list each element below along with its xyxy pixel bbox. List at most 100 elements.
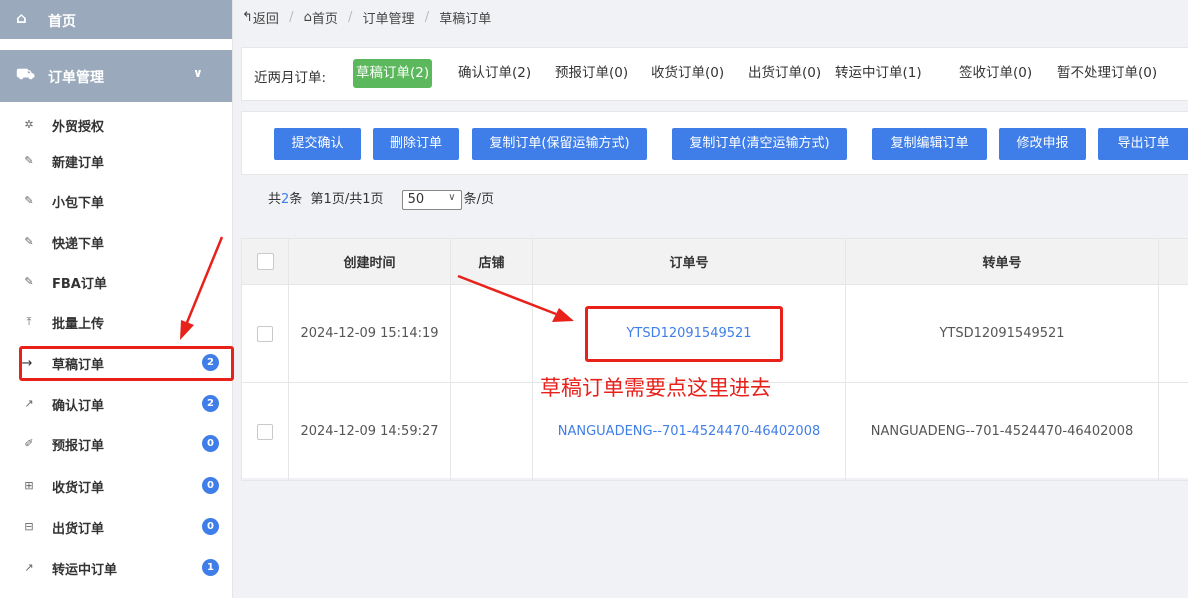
status-filter-bar: 近两月订单: 草稿订单(2) 确认订单(2) 预报订单(0) 收货订单(0) 出货订单(… [241,47,1188,101]
sidebar-item-label: 新建订单 [52,156,105,171]
row-checkbox[interactable] [257,423,273,440]
upload-icon: ⤒ [26,315,32,328]
export-order-button[interactable]: 导出订单 [1098,128,1188,160]
count-badge: 0 [202,518,219,535]
breadcrumb-separator: / [424,10,430,25]
breadcrumb-separator: / [348,10,353,25]
breadcrumb-home[interactable]: ⌂首页 [303,10,338,27]
copy-edit-order-button[interactable]: 复制编辑订单 [872,128,987,160]
extra-cell [1158,382,1188,481]
edit-icon: ✎ [24,275,34,288]
status-tab[interactable]: 草稿订单(2) [353,59,433,88]
status-tab[interactable]: 收货订单(0) [648,59,727,88]
back-label: 返回 [252,12,279,27]
breadcrumb-separator: / [289,10,294,25]
page-size-select[interactable]: 50 ∨ [401,189,462,210]
count-badge: 1 [202,559,219,576]
total-prefix: 共 [268,192,282,207]
page-size-suffix: 条/页 [463,192,495,207]
share-icon: ↗ [24,397,34,410]
sidebar-item[interactable]: ⊞ 收货订单 0 [0,468,232,504]
status-tab[interactable]: 暂不处理订单(0) [1054,59,1160,88]
count-badge: 0 [202,477,219,494]
sidebar-item[interactable]: ↗ 确认订单 2 [0,386,232,422]
copy-order-keep-shipping-button[interactable]: 复制订单(保留运输方式) [472,128,647,160]
sidebar-item-label: FBA订单 [52,277,107,292]
plus-box-icon: ⊞ [24,479,34,492]
sidebar-item[interactable]: ✎ 小包下单 [0,183,232,219]
pagination-info: 共2条 第1页/共1页 50 ∨ 条/页 [268,188,494,210]
shop-cell [450,284,533,383]
extra-cell [1158,284,1188,383]
pen-icon: ✐ [24,437,34,450]
sidebar-item-label: 出货订单 [52,522,105,537]
breadcrumb-section[interactable]: 订单管理 [363,12,415,27]
status-filter-label: 近两月订单: [254,70,327,86]
sidebar-item[interactable]: ✎ 快递下单 [0,224,232,260]
edit-icon: ✎ [24,194,34,207]
back-link[interactable]: ↰返回 [242,10,279,27]
column-header-transfer-no: 转单号 [845,238,1159,285]
sidebar-item[interactable]: ✎ 新建订单 [0,143,232,179]
gear-icon: ✲ [24,118,34,131]
sidebar-menu-label: 订单管理 [48,70,104,86]
status-tab[interactable]: 签收订单(0) [956,59,1035,88]
sidebar-item[interactable]: ✎ FBA订单 [0,264,232,300]
sidebar-home[interactable]: ⌂ 首页 [0,0,232,39]
sidebar-item[interactable]: ↗ 转运中订单 1 [0,550,232,586]
count-badge: 0 [202,435,219,452]
sidebar-item-label: 收货订单 [52,481,105,496]
column-header-shop: 店铺 [450,238,533,285]
home-icon: ⌂ [303,10,312,25]
sidebar-item[interactable]: ⤒ 批量上传 [0,304,232,340]
share-icon: ↗ [24,561,34,574]
sidebar-item-label: 批量上传 [52,317,105,332]
copy-order-clear-shipping-button[interactable]: 复制订单(清空运输方式) [672,128,847,160]
home-icon: ⌂ [16,9,27,27]
select-all-cell [241,238,289,285]
status-tab[interactable]: 预报订单(0) [552,59,631,88]
column-header-extra [1158,238,1188,285]
sidebar-home-label: 首页 [48,14,76,30]
sidebar: ⌂ 首页 ⛟ 订单管理 ∨ ✲ 外贸授权 ✎ 新建订单 ✎ 小包下单 ✎ 快递下单 ✎ FBA订单… [0,0,234,598]
cart-icon: ⛟ [16,65,35,83]
sidebar-item-label: 转运中订单 [52,563,118,578]
transfer-no-cell: YTSD12091549521 [845,284,1159,383]
chevron-down-icon: ∨ [448,191,456,203]
edit-icon: ✎ [24,154,34,167]
sidebar-item-label: 快递下单 [52,237,105,252]
back-icon: ↰ [242,10,253,25]
sidebar-item-label: 预报订单 [52,439,105,454]
minus-box-icon: ⊟ [24,520,34,533]
breadcrumb-home-label: 首页 [311,12,338,27]
created-time-cell: 2024-12-09 15:14:19 [288,284,451,383]
breadcrumb: ↰返回 / ⌂首页 / 订单管理 / 草稿订单 [242,8,491,32]
chevron-down-icon: ∨ [193,66,203,80]
row-select-cell [241,284,289,383]
edit-icon: ✎ [24,235,34,248]
column-header-created: 创建时间 [288,238,451,285]
sidebar-item-label: 确认订单 [52,399,105,414]
row-select-cell [241,382,289,481]
column-header-order-no: 订单号 [532,238,846,285]
page-size-value: 50 [407,191,425,207]
sidebar-item-label: 小包下单 [52,196,105,211]
status-tab[interactable]: 确认订单(2) [455,59,534,88]
modify-declaration-button[interactable]: 修改申报 [999,128,1086,160]
action-toolbar: 提交确认 删除订单 复制订单(保留运输方式) 复制订单(清空运输方式) 复制编辑订单 修改… [241,111,1188,175]
select-all-checkbox[interactable] [256,253,274,270]
sidebar-item[interactable]: ⊟ 出货订单 0 [0,509,232,545]
breadcrumb-current: 草稿订单 [439,12,492,27]
order-no-link[interactable]: NANGUADENG--701-4524470-46402008 [558,424,821,439]
highlight-box-order-no [585,306,783,362]
sidebar-item[interactable]: ✐ 预报订单 0 [0,426,232,462]
delete-order-button[interactable]: 删除订单 [373,128,459,160]
status-tab[interactable]: 转运中订单(1) [832,59,925,88]
sidebar-item[interactable]: ✲ 外贸授权 [0,107,232,143]
sidebar-menu-order-management[interactable]: ⛟ 订单管理 ∨ [0,50,232,102]
count-badge: 2 [202,395,219,412]
row-checkbox[interactable] [257,325,273,342]
status-tab[interactable]: 出货订单(0) [745,59,824,88]
submit-confirm-button[interactable]: 提交确认 [274,128,361,160]
table-header-row: 创建时间 店铺 订单号 转单号 [241,238,1188,285]
